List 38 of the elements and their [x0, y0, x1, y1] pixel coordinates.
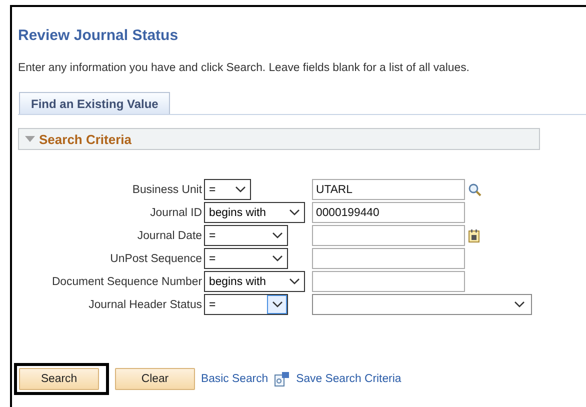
- field-label: Journal Date: [136, 230, 203, 242]
- save-search-criteria-link[interactable]: Save Search Criteria: [296, 373, 402, 385]
- caret-icon: [289, 278, 300, 285]
- status-dropdown[interactable]: [312, 294, 532, 315]
- clear-button[interactable]: Clear: [115, 368, 195, 390]
- value-field[interactable]: [312, 271, 465, 292]
- value-field[interactable]: [312, 248, 465, 269]
- page-title: Review Journal Status: [18, 27, 180, 44]
- instructions-text: Enter any information you have and click Search. Leave fields blank for a list of all values.: [18, 62, 470, 74]
- section-title: Search Criteria: [39, 132, 132, 146]
- section-header[interactable]: Search Criteria: [18, 128, 540, 150]
- operator-dropdown[interactable]: =: [204, 179, 251, 200]
- calendar-icon[interactable]: [468, 228, 480, 242]
- operator-dropdown[interactable]: =: [204, 225, 288, 246]
- caret-icon: [272, 255, 283, 262]
- value-field[interactable]: UTARL: [312, 179, 465, 200]
- caret-icon: [289, 209, 300, 216]
- field-label: Journal Header Status: [88, 298, 203, 310]
- tab[interactable]: Find an Existing Value: [19, 92, 170, 114]
- field-label: Document Sequence Number: [50, 276, 203, 288]
- value-field[interactable]: 0000199440: [312, 202, 465, 223]
- field-label: Business Unit: [131, 184, 203, 196]
- operator-dropdown[interactable]: =: [204, 294, 288, 315]
- caret-icon: [514, 301, 525, 308]
- operator-dropdown[interactable]: begins with: [204, 202, 305, 223]
- operator-dropdown[interactable]: =: [204, 248, 288, 269]
- search-button[interactable]: Search: [19, 368, 99, 390]
- field-label: UnPost Sequence: [109, 252, 203, 264]
- caret-icon: [235, 186, 246, 193]
- collapse-triangle-icon[interactable]: [25, 136, 35, 142]
- value-field[interactable]: [312, 225, 465, 246]
- operator-dropdown[interactable]: begins with: [204, 271, 305, 292]
- caret-icon: [272, 301, 282, 308]
- field-label: Journal ID: [149, 206, 203, 218]
- document-search-icon[interactable]: [274, 371, 290, 387]
- basic-search-link[interactable]: Basic Search: [201, 373, 268, 385]
- search-icon[interactable]: [468, 182, 482, 196]
- caret-icon: [272, 232, 283, 239]
